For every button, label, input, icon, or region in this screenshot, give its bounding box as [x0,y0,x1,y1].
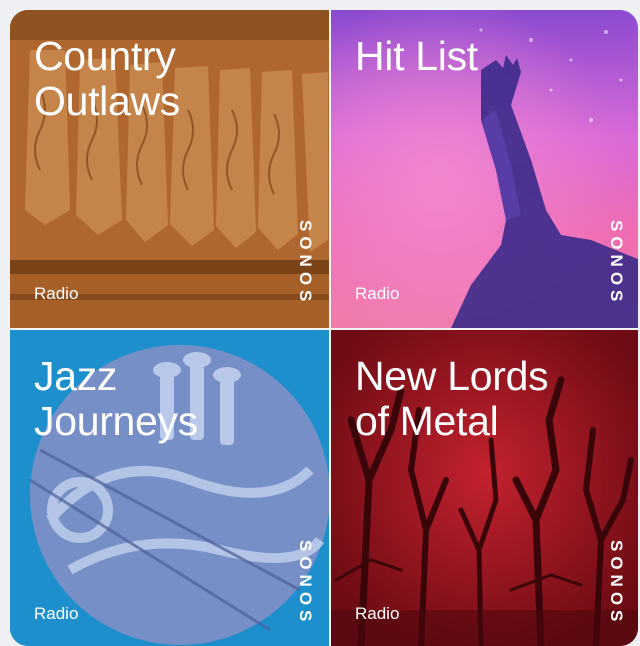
station-title-line: New Lords [355,353,549,399]
radio-station-grid: Country Outlaws Radio SONOS Hit List Rad… [10,10,638,646]
station-title-line: Outlaws [34,78,181,124]
station-title-line: Journeys [34,398,198,444]
station-tile-hit-list[interactable]: Hit List Radio SONOS [331,10,638,328]
sonos-logo: SONOS [296,219,315,306]
station-type-label: Radio [355,604,400,623]
station-title: New Lords of Metal [355,353,549,444]
station-title: Hit List [355,34,478,79]
station-title-line: Jazz [34,353,118,399]
sonos-logo: SONOS [296,539,315,626]
station-title: Country Outlaws [34,34,180,124]
station-tile-country-outlaws[interactable]: Country Outlaws Radio SONOS [10,10,329,328]
station-title-line: of Metal [355,398,499,444]
station-type-label: Radio [34,604,79,623]
station-type-label: Radio [355,284,400,303]
station-title: Jazz Journeys [34,354,198,444]
station-type-label: Radio [34,284,79,303]
station-title-line: Hit List [355,33,478,79]
sonos-logo: SONOS [607,219,626,306]
station-title-line: Country [34,33,176,79]
station-tile-new-lords-of-metal[interactable]: New Lords of Metal Radio SONOS [331,330,638,646]
sonos-logo: SONOS [607,539,626,626]
station-tile-jazz-journeys[interactable]: Jazz Journeys Radio SONOS [10,330,329,646]
